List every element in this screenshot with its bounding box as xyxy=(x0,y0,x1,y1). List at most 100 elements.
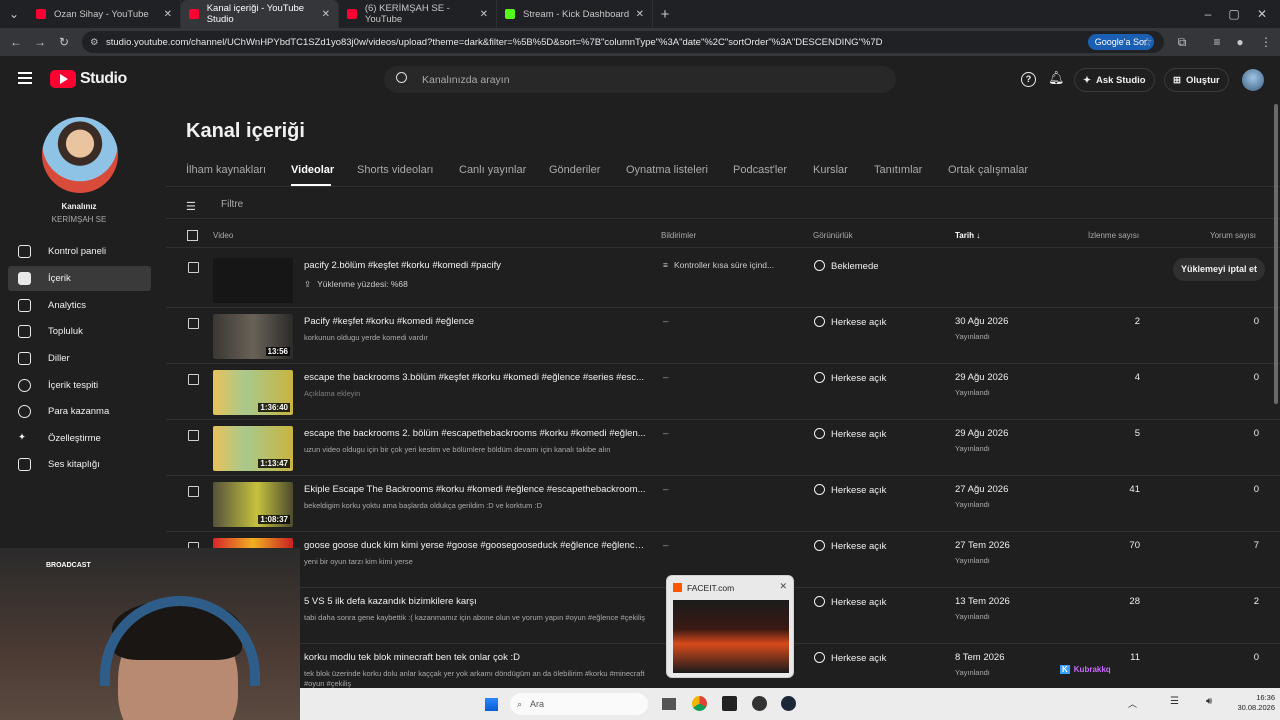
table-row[interactable]: pacify 2.bölüm #keşfet #korku #komedi #p… xyxy=(166,252,1280,308)
preview-close-icon[interactable]: ✕ xyxy=(779,581,787,592)
video-title[interactable]: Pacify #keşfet #korku #komedi #eğlence xyxy=(304,316,646,327)
row-checkbox[interactable] xyxy=(188,318,199,329)
back-icon[interactable]: ← xyxy=(4,35,28,49)
extensions-icon[interactable]: ⧉ xyxy=(1170,35,1194,50)
video-thumbnail[interactable]: 1:36:40 xyxy=(213,370,293,415)
browser-tab-4[interactable]: Stream - Kick Dashboard ✕ xyxy=(497,0,653,28)
row-checkbox[interactable] xyxy=(188,374,199,385)
url-input[interactable]: ⚙ studio.youtube.com/channel/UChWnHPYbdT… xyxy=(82,31,1164,53)
browser-tab-2[interactable]: Kanal içeriği - YouTube Studio ✕ xyxy=(181,0,339,28)
channel-search-input[interactable]: Kanalınızda arayın xyxy=(384,66,896,93)
row-checkbox[interactable] xyxy=(188,486,199,497)
taskbar-preview[interactable]: FACEIT.com ✕ xyxy=(666,575,794,678)
sidebar-item-content-detection[interactable]: İçerik tespiti xyxy=(8,373,151,398)
video-title[interactable]: goose goose duck kim kimi yerse #goose #… xyxy=(304,540,646,551)
video-title[interactable]: escape the backrooms 3.bölüm #keşfet #ko… xyxy=(304,372,646,383)
tab-podcasts[interactable]: Podcast'ler xyxy=(733,164,787,176)
tab-playlists[interactable]: Oynatma listeleri xyxy=(626,164,708,176)
tray-chevron-icon[interactable]: ︿ xyxy=(1128,697,1137,710)
table-row[interactable]: 13:56 Pacify #keşfet #korku #komedi #eğl… xyxy=(166,308,1280,364)
sidebar-item-audio-library[interactable]: Ses kitaplığı xyxy=(8,452,151,477)
select-all-checkbox[interactable] xyxy=(187,230,198,241)
ask-studio-button[interactable]: ✦ Ask Studio xyxy=(1074,68,1155,92)
visibility-status[interactable]: Herkese açık xyxy=(814,596,886,608)
video-title[interactable]: pacify 2.bölüm #keşfet #korku #komedi #p… xyxy=(304,260,646,271)
account-avatar[interactable] xyxy=(1242,69,1264,91)
site-info-icon[interactable]: ⚙ xyxy=(90,37,99,48)
notifications-bell-icon[interactable]: 🔔︎ xyxy=(1048,70,1065,86)
tab-search-icon[interactable]: ⌄ xyxy=(0,7,28,21)
cancel-upload-button[interactable]: Yüklemeyi iptal et xyxy=(1173,258,1266,281)
profile-icon[interactable]: ● xyxy=(1228,35,1252,49)
tab-videos[interactable]: Videolar xyxy=(291,164,334,176)
tab-shorts[interactable]: Shorts videoları xyxy=(357,164,433,176)
visibility-status[interactable]: Herkese açık xyxy=(814,652,886,664)
browser-tab-1[interactable]: Ozan Sihay - YouTube ✕ xyxy=(28,0,181,28)
video-title[interactable]: Ekiple Escape The Backrooms #korku #kome… xyxy=(304,484,646,495)
taskbar-search[interactable]: ⌕ Ara xyxy=(510,693,648,715)
browser-menu-icon[interactable]: ⋮ xyxy=(1254,35,1278,49)
create-button[interactable]: ⊞ Oluştur xyxy=(1164,68,1229,92)
sidebar-item-customization[interactable]: ✦ Özelleştirme xyxy=(8,426,151,451)
sidebar-item-analytics[interactable]: Analytics xyxy=(8,293,151,318)
clock[interactable]: 16:36 30.08.2026 xyxy=(1230,693,1275,713)
tab-promotions[interactable]: Tanıtımlar xyxy=(874,164,922,176)
tab-live[interactable]: Canlı yayınlar xyxy=(459,164,526,176)
sidebar-item-monetization[interactable]: Para kazanma xyxy=(8,399,151,424)
browser-tab-3[interactable]: (6) KERİMŞAH SE - YouTube ✕ xyxy=(339,0,497,28)
wifi-icon[interactable]: ☰ xyxy=(1170,696,1179,707)
sidebar-item-dashboard[interactable]: Kontrol paneli xyxy=(8,239,151,264)
visibility-status[interactable]: Herkese açık xyxy=(814,428,886,440)
restore-icon[interactable]: ▢ xyxy=(1222,7,1246,21)
windows-start-icon[interactable] xyxy=(484,697,498,711)
visibility-status[interactable]: Herkese açık xyxy=(814,540,886,552)
visibility-status[interactable]: Beklemede xyxy=(814,260,879,272)
window-close-icon[interactable]: ✕ xyxy=(1250,7,1274,21)
video-thumbnail[interactable]: 1:08:37 xyxy=(213,482,293,527)
bookmark-star-icon[interactable]: ☆ xyxy=(1135,35,1159,49)
sidebar-item-content[interactable]: İçerik xyxy=(8,266,151,291)
forward-icon[interactable]: → xyxy=(28,35,52,49)
new-tab-icon[interactable]: + xyxy=(653,6,677,23)
steam-icon[interactable] xyxy=(781,696,796,711)
tab-posts[interactable]: Gönderiler xyxy=(549,164,600,176)
sidebar-item-languages[interactable]: Diller xyxy=(8,346,151,371)
minimize-icon[interactable]: – xyxy=(1196,7,1220,21)
reading-list-icon[interactable]: ≡ xyxy=(1205,35,1229,49)
video-thumbnail[interactable]: 13:56 xyxy=(213,314,293,359)
chrome-icon[interactable] xyxy=(692,696,707,711)
tab-collaborations[interactable]: Ortak çalışmalar xyxy=(948,164,1028,176)
close-icon[interactable]: ✕ xyxy=(322,9,330,20)
column-date[interactable]: Tarih ↓ xyxy=(955,231,980,240)
filter-bar[interactable]: ☰ Filtre xyxy=(166,191,1280,219)
table-row[interactable]: 1:36:40 escape the backrooms 3.bölüm #ke… xyxy=(166,364,1280,420)
close-icon[interactable]: ✕ xyxy=(164,9,172,20)
row-checkbox[interactable] xyxy=(188,430,199,441)
hamburger-menu-icon[interactable] xyxy=(18,72,32,84)
volume-icon[interactable]: 🔊︎ xyxy=(1206,696,1212,707)
scrollbar[interactable] xyxy=(1274,104,1278,404)
close-icon[interactable]: ✕ xyxy=(636,9,644,20)
row-checkbox[interactable] xyxy=(188,262,199,273)
visibility-status[interactable]: Herkese açık xyxy=(814,316,886,328)
close-icon[interactable]: ✕ xyxy=(480,9,488,20)
visibility-status[interactable]: Herkese açık xyxy=(814,372,886,384)
obs-app-icon[interactable] xyxy=(722,696,737,711)
reload-icon[interactable]: ↻ xyxy=(52,35,76,49)
visibility-status[interactable]: Herkese açık xyxy=(814,484,886,496)
table-row[interactable]: 1:13:47 escape the backrooms 2. bölüm #e… xyxy=(166,420,1280,476)
video-title[interactable]: escape the backrooms 2. bölüm #escapethe… xyxy=(304,428,646,439)
file-explorer-icon[interactable] xyxy=(662,698,676,710)
studio-logo[interactable]: Studio xyxy=(50,70,127,88)
discord-icon[interactable] xyxy=(752,696,767,711)
help-icon[interactable]: ? xyxy=(1021,72,1036,87)
video-title[interactable]: korku modlu tek blok minecraft ben tek o… xyxy=(304,652,646,663)
video-thumbnail[interactable]: 1:13:47 xyxy=(213,426,293,471)
video-thumbnail[interactable] xyxy=(213,258,293,303)
tab-courses[interactable]: Kurslar xyxy=(813,164,848,176)
video-title[interactable]: 5 VS 5 ilk defa kazandık bizimkilere kar… xyxy=(304,596,646,607)
channel-avatar[interactable] xyxy=(42,117,118,193)
sidebar-item-community[interactable]: Topluluk xyxy=(8,319,151,344)
table-row[interactable]: 1:08:37 Ekiple Escape The Backrooms #kor… xyxy=(166,476,1280,532)
tab-inspiration[interactable]: İlham kaynakları xyxy=(186,164,266,176)
